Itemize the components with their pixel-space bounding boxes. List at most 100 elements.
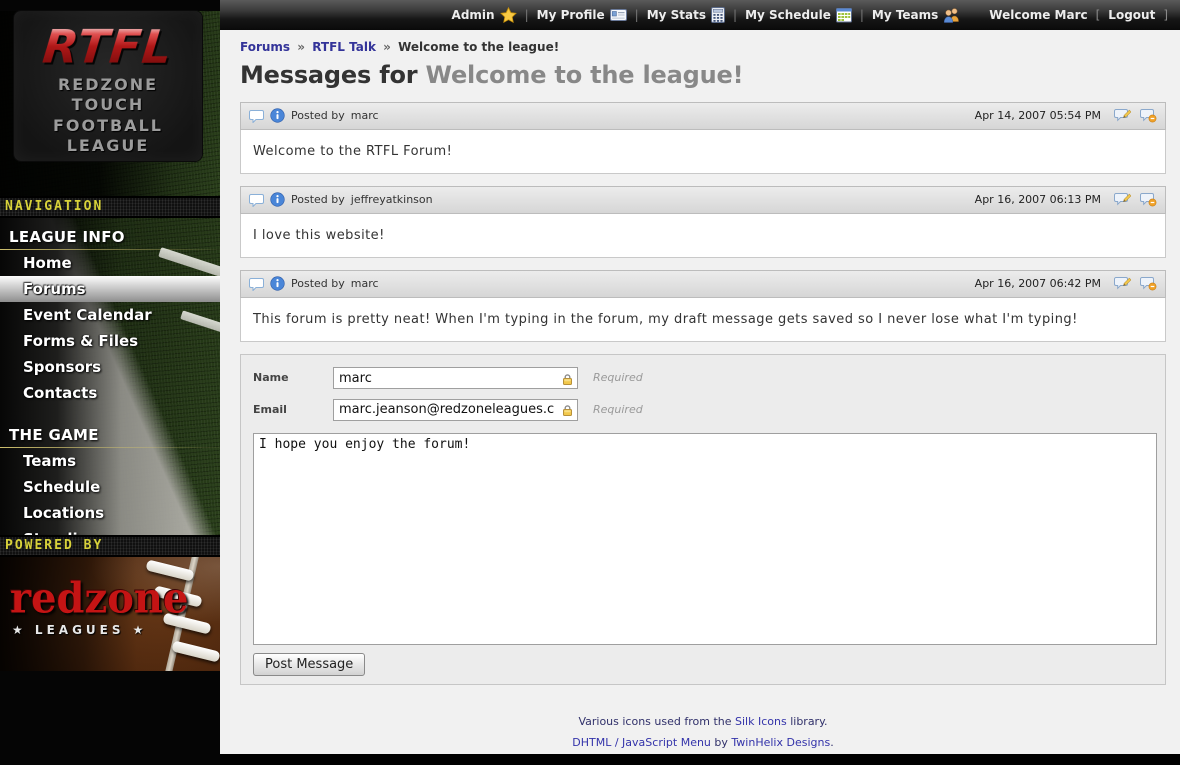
logout-link[interactable]: Logout [1108,8,1155,22]
footer-menu-credit: DHTML / JavaScript Menu by TwinHelix Des… [240,732,1166,753]
navigation-strip: NAVIGATION [0,196,220,218]
topbar-my-stats[interactable]: My Stats [647,7,725,23]
comment-icon [249,109,264,123]
football-lace [171,640,220,662]
comment-edit-icon[interactable] [1114,276,1131,291]
footer-icons-credit: Various icons used from the Silk Icons l… [240,711,1166,732]
name-label: Name [253,371,333,384]
information-icon[interactable] [270,276,285,291]
email-input[interactable] [333,399,578,421]
page-title-topic: Welcome to the league! [426,61,744,89]
topbar-my-stats-label: My Stats [647,8,706,22]
post-message-button[interactable]: Post Message [253,653,365,676]
email-row: Email Required [253,398,1157,421]
sidebar-item-home[interactable]: Home [0,250,220,276]
name-input[interactable] [333,367,578,389]
page-title-prefix: Messages for [240,61,417,89]
topbar-separator: | [860,8,864,22]
logo-line: LEAGUE [14,136,202,156]
information-icon[interactable] [270,108,285,123]
breadcrumb: Forums » RTFL Talk » Welcome to the leag… [240,40,1166,54]
post-body: I love this website! [240,214,1166,258]
posted-by-label: Posted by [291,277,345,290]
section-title-the-game: THE GAME [0,416,220,447]
welcome-text: Welcome Marc [989,8,1087,22]
dhtml-menu-link[interactable]: DHTML / JavaScript Menu [572,736,711,749]
comment-icon [249,277,264,291]
sidebar-item-forms-files[interactable]: Forms & Files [0,328,220,354]
topbar-my-schedule-label: My Schedule [745,8,831,22]
lock-icon [561,371,574,390]
rtfl-logo[interactable]: RTFL REDZONE TOUCH FOOTBALL LEAGUE [14,11,202,161]
silk-icons-link[interactable]: Silk Icons [735,715,787,728]
breadcrumb-forums-link[interactable]: Forums [240,40,290,54]
topbar-my-profile[interactable]: My Profile [537,8,627,22]
rtfl-logo-abbr: RTFL [41,24,175,70]
footer-text: Various icons used from the [578,715,731,728]
footer-text: . [830,736,834,749]
comment-edit-icon[interactable] [1114,192,1131,207]
breadcrumb-current: Welcome to the league! [398,40,559,54]
footer-text: by [714,736,728,749]
sidebar-item-event-calendar[interactable]: Event Calendar [0,302,220,328]
name-required-label: Required [593,371,643,384]
logo-line: TOUCH [14,95,202,115]
posted-by-label: Posted by [291,109,345,122]
email-label: Email [253,403,333,416]
post-author-link[interactable]: jeffreyatkinson [351,193,433,206]
breadcrumb-rtfl-talk-link[interactable]: RTFL Talk [312,40,376,54]
sidebar-item-sponsors[interactable]: Sponsors [0,354,220,380]
vcard-icon [610,8,627,22]
twinhelix-link[interactable]: TwinHelix Designs [731,736,830,749]
post: Posted by marc Apr 14, 2007 05:54 PM Wel… [240,102,1166,174]
sidebar-item-contacts[interactable]: Contacts [0,380,220,406]
powered-by-strip: POWERED BY [0,535,220,557]
post-date: Apr 16, 2007 06:42 PM [975,277,1101,290]
footer-text: library. [790,715,827,728]
calculator-icon [711,7,725,23]
footer: Various icons used from the Silk Icons l… [240,685,1166,754]
post-date: Apr 14, 2007 05:54 PM [975,109,1101,122]
breadcrumb-separator: » [380,40,394,54]
logout-bracket-right: ] [1163,8,1168,22]
sidebar-item-teams[interactable]: Teams [0,448,220,474]
menu-gap [0,406,220,416]
topbar: Admin | My Profile | My Stats | My Sched… [220,0,1180,30]
posted-by-label: Posted by [291,193,345,206]
topbar-my-profile-label: My Profile [537,8,605,22]
page-title: Messages for Welcome to the league! [240,62,1166,90]
post-header: Posted by marc Apr 14, 2007 05:54 PM [240,102,1166,130]
name-input-wrap [333,367,578,390]
comment-delete-icon[interactable] [1140,276,1157,291]
topbar-my-teams-label: My Teams [872,8,938,22]
topbar-my-teams[interactable]: My Teams [872,7,961,23]
logo-line: FOOTBALL [14,116,202,136]
redzone-logo-name: redzone [10,580,188,618]
topbar-my-schedule[interactable]: My Schedule [745,7,852,23]
email-required-label: Required [593,403,643,416]
redzone-leagues-logo[interactable]: redzone ★ LEAGUES ★ [0,557,220,671]
sidebar-item-schedule[interactable]: Schedule [0,474,220,500]
group-icon [943,7,961,23]
topbar-admin-label: Admin [452,8,495,22]
sidebar-item-locations[interactable]: Locations [0,500,220,526]
post: Posted by marc Apr 16, 2007 06:42 PM Thi… [240,270,1166,342]
sidebar-item-forums[interactable]: Forums [0,276,220,302]
post-body: This forum is pretty neat! When I'm typi… [240,298,1166,342]
comment-edit-icon[interactable] [1114,108,1131,123]
post-author-link[interactable]: marc [351,109,379,122]
topbar-admin[interactable]: Admin [452,7,517,23]
lock-icon [561,402,574,421]
sidebar: RTFL REDZONE TOUCH FOOTBALL LEAGUE NAVIG… [0,0,220,754]
message-textarea[interactable]: I hope you enjoy the forum! [253,433,1157,645]
breadcrumb-separator: » [294,40,308,54]
post: Posted by jeffreyatkinson Apr 16, 2007 0… [240,186,1166,258]
information-icon[interactable] [270,192,285,207]
sidebar-item-standings[interactable]: Standings [0,526,220,535]
post-author-link[interactable]: marc [351,277,379,290]
topbar-separator: | [525,8,529,22]
comment-delete-icon[interactable] [1140,192,1157,207]
email-input-wrap [333,398,578,421]
comment-delete-icon[interactable] [1140,108,1157,123]
post-header: Posted by marc Apr 16, 2007 06:42 PM [240,270,1166,298]
